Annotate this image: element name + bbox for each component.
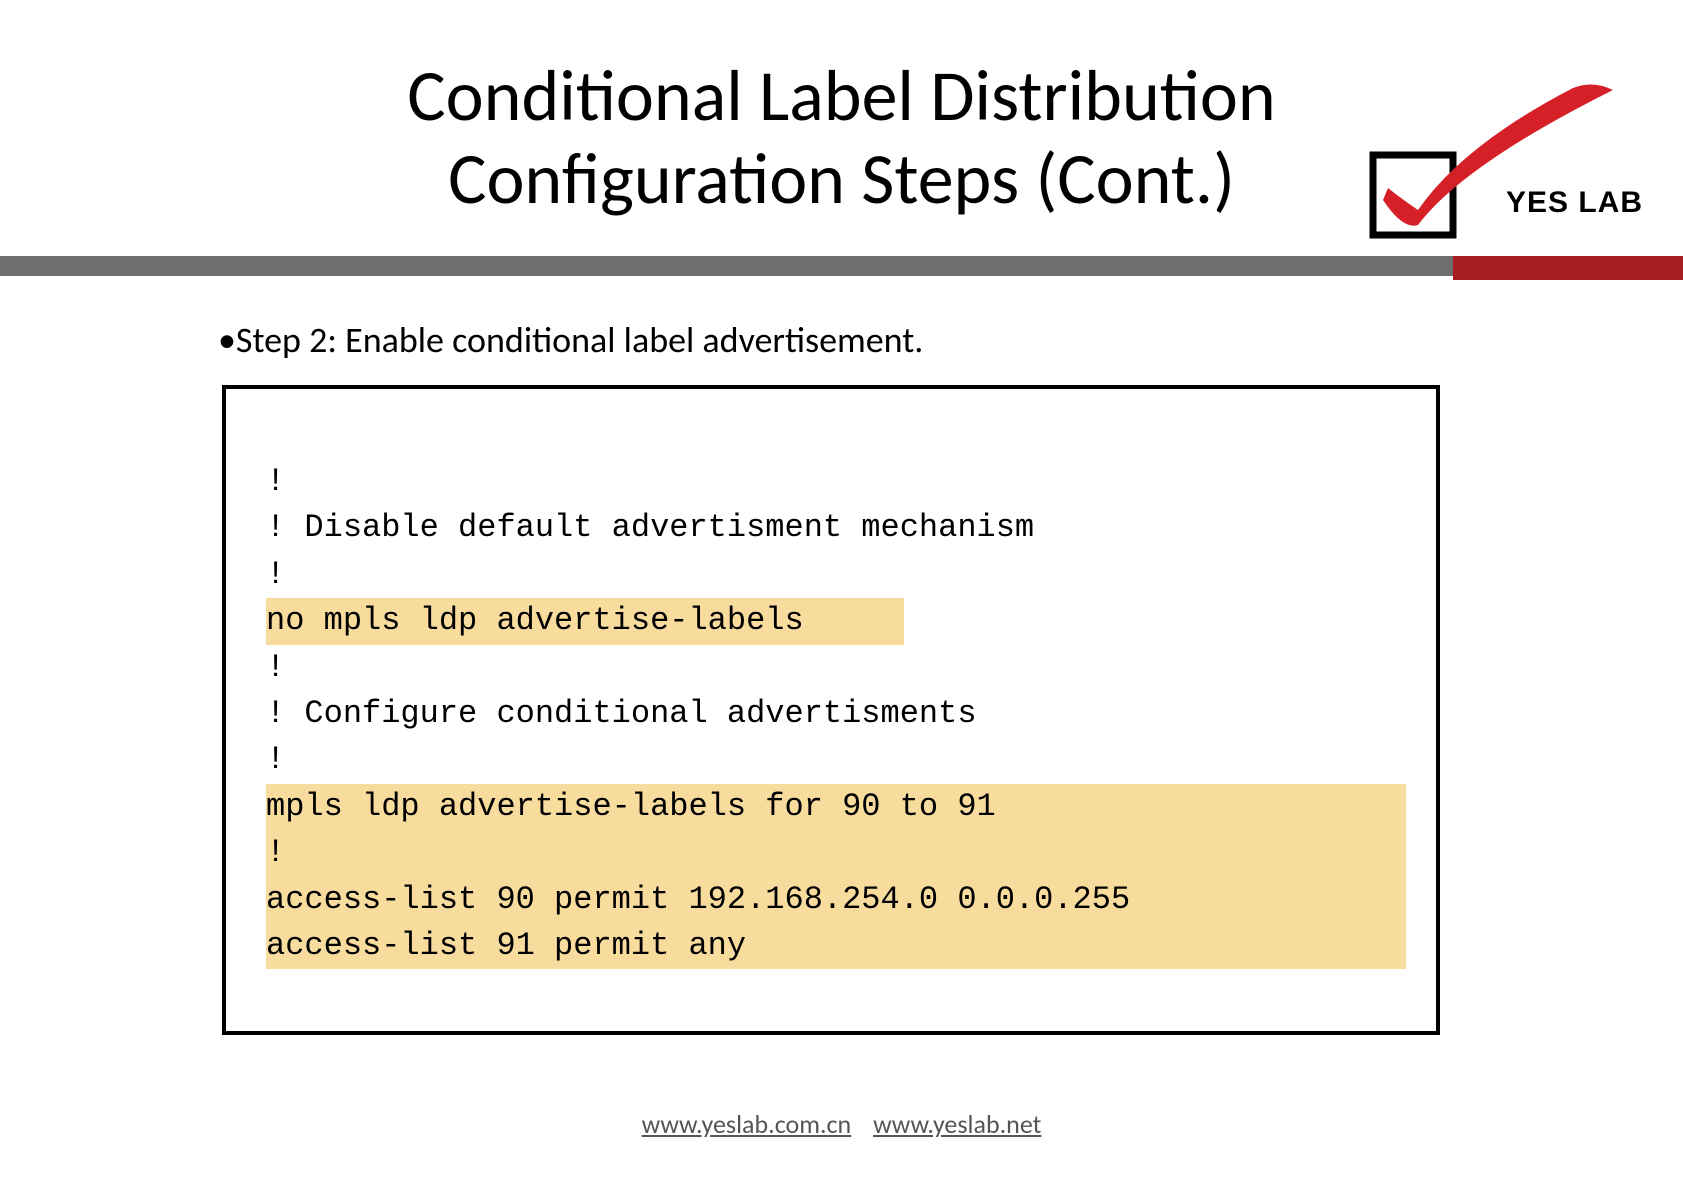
code-line: ! Configure conditional advertisments: [266, 691, 1406, 737]
highlighted-code: !: [266, 830, 1406, 876]
footer-links: www.yeslab.com.cn www.yeslab.net: [0, 1108, 1683, 1140]
code-line: !: [266, 737, 1406, 783]
code-line: ! Disable default advertisment mechanism: [266, 505, 1406, 551]
code-box: !! Disable default advertisment mechanis…: [222, 385, 1440, 1035]
logo-text: YES LAB: [1506, 186, 1643, 220]
code-line: !: [266, 459, 1406, 505]
highlighted-code: no mpls ldp advertise-labels: [266, 598, 904, 644]
divider-accent: [1453, 256, 1683, 280]
highlighted-code: access-list 90 permit 192.168.254.0 0.0.…: [266, 877, 1406, 923]
divider-bar: [0, 256, 1683, 276]
code-line: no mpls ldp advertise-labels: [266, 598, 1406, 644]
title-line-1: Conditional Label Distribution: [407, 52, 1275, 140]
checkmark-icon: [1343, 60, 1643, 250]
footer-link-1[interactable]: www.yeslab.com.cn: [642, 1108, 852, 1140]
highlighted-code: access-list 91 permit any: [266, 923, 1406, 969]
yeslab-logo: YES LAB: [1343, 60, 1643, 250]
slide: Conditional Label Distribution Configura…: [0, 0, 1683, 1190]
code-line: !: [266, 552, 1406, 598]
title-line-2: Configuration Steps (Cont.): [448, 135, 1235, 223]
step-2-text: •Step 2: Enable conditional label advert…: [218, 318, 923, 362]
footer-link-2[interactable]: www.yeslab.net: [873, 1108, 1041, 1140]
code-line: !: [266, 645, 1406, 691]
highlighted-code: mpls ldp advertise-labels for 90 to 91: [266, 784, 1406, 830]
